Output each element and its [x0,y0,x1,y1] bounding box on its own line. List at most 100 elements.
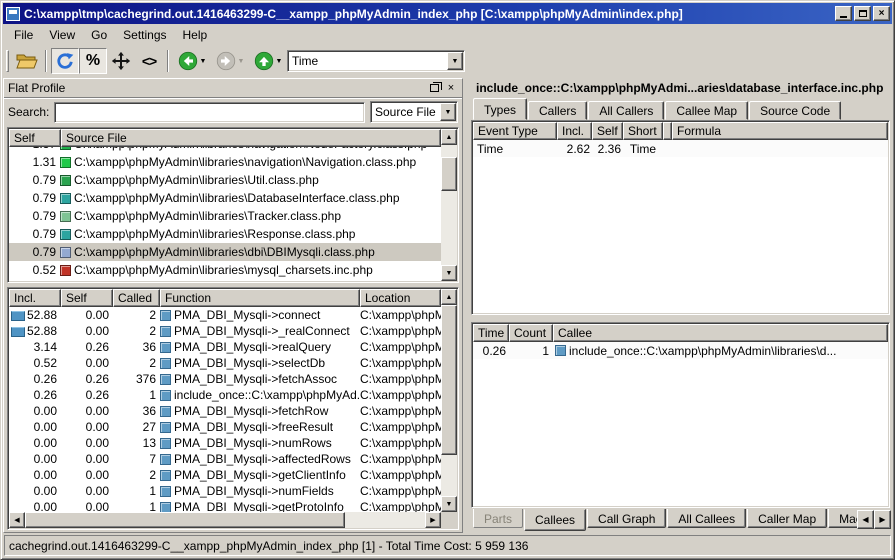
function-row[interactable]: 0.00 0.00 1 PMA_DBI_Mysqli->numFields C:… [9,483,441,499]
function-icon [160,406,171,417]
column-header-function[interactable]: Function [160,289,360,307]
open-file-button[interactable] [13,48,41,74]
tab-all-callers[interactable]: All Callers [588,101,664,120]
column-header-self[interactable]: Self [9,129,61,147]
dock-close-button[interactable]: × [444,81,458,95]
combo-dropdown-icon[interactable]: ▼ [440,103,456,121]
tab-scroll-right-icon[interactable]: ▶ [874,510,891,529]
column-header-time[interactable]: Time [473,324,509,342]
up-dropdown-caret[interactable]: ▼ [276,58,283,65]
source-file-row[interactable]: 1.31 C:\xampp\phpMyAdmin\libraries\navig… [9,153,441,171]
tab-scroll-left-icon[interactable]: ◀ [857,510,874,529]
menu-view[interactable]: View [42,26,82,44]
function-row[interactable]: 0.00 0.00 2 PMA_DBI_Mysqli->getClientInf… [9,467,441,483]
column-header-called[interactable]: Called [113,289,160,307]
column-header-self[interactable]: Self [61,289,113,307]
tab-source-code[interactable]: Source Code [749,101,841,120]
file-cost-icon [60,157,71,168]
horizontal-splitter[interactable] [470,315,891,322]
vertical-splitter[interactable] [463,78,470,533]
column-header-incl[interactable]: Incl. [557,122,592,140]
source-file-row[interactable]: 0.52 C:\xampp\phpMyAdmin\libraries\user_… [9,279,441,281]
column-header-self[interactable]: Self [592,122,623,140]
event-type-row[interactable]: Time 2.62 2.36 Time [473,140,888,157]
menu-go[interactable]: Go [84,26,114,44]
column-header-incl[interactable]: Incl. [9,289,61,307]
search-input[interactable] [54,102,365,123]
toolbar-handle[interactable] [6,50,9,72]
shorten-templates-button[interactable]: <> [135,48,163,74]
menu-help[interactable]: Help [176,26,215,44]
callees-header: Time Count Callee [473,324,888,342]
function-row[interactable]: 52.88 0.00 2 PMA_DBI_Mysqli->_realConnec… [9,323,441,339]
group-by-combobox[interactable]: Source File ▼ [370,101,458,123]
scroll-down-icon[interactable]: ▼ [441,496,457,512]
function-row[interactable]: 0.26 0.26 1 include_once::C:\xampp\phpMy… [9,387,441,403]
source-file-row[interactable]: 0.52 C:\xampp\phpMyAdmin\libraries\mysql… [9,261,441,279]
scrollbar-thumb[interactable] [441,157,457,191]
function-row[interactable]: 0.00 0.00 1 PMA_DBI_Mysqli->getProtoInfo… [9,499,441,512]
function-row[interactable]: 0.00 0.00 13 PMA_DBI_Mysqli->numRows C:\… [9,435,441,451]
function-icon [160,454,171,465]
tab-all-callees[interactable]: All Callees [667,509,746,528]
percent-icon: % [86,52,100,70]
tab-callee-map[interactable]: Callee Map [665,101,748,120]
source-file-row[interactable]: 0.79 C:\xampp\phpMyAdmin\libraries\Track… [9,207,441,225]
column-header-spacer[interactable] [663,122,672,140]
scroll-right-icon[interactable]: ▶ [425,512,441,528]
function-table-hscrollbar[interactable]: ◀ ▶ [9,512,441,528]
source-file-row-selected[interactable]: 0.79 C:\xampp\phpMyAdmin\libraries\dbi\D… [9,243,441,261]
maximize-button[interactable] [854,6,871,21]
menu-file[interactable]: File [7,26,40,44]
back-dropdown-caret[interactable]: ▼ [200,58,207,65]
scrollbar-thumb[interactable] [441,305,457,455]
source-file-row[interactable]: 0.79 C:\xampp\phpMyAdmin\libraries\Util.… [9,171,441,189]
callee-row[interactable]: 0.26 1 include_once::C:\xampp\phpMyAdmin… [473,342,888,359]
open-folder-icon [16,52,38,70]
tab-callers[interactable]: Callers [528,101,587,120]
forward-dropdown-caret: ▼ [238,58,245,65]
scroll-down-icon[interactable]: ▼ [441,265,457,281]
cycle-detection-button[interactable] [51,48,79,74]
minimize-button[interactable] [835,6,852,21]
function-icon [160,486,171,497]
column-header-formula[interactable]: Formula [672,122,888,140]
event-type-combobox[interactable]: Time ▼ [287,50,465,72]
function-row[interactable]: 3.14 0.26 36 PMA_DBI_Mysqli->realQuery C… [9,339,441,355]
titlebar[interactable]: C:\xampp\tmp\cachegrind.out.1416463299-C… [3,3,892,24]
column-header-event-type[interactable]: Event Type [473,122,557,140]
column-header-count[interactable]: Count [509,324,553,342]
menu-settings[interactable]: Settings [116,26,173,44]
scroll-up-icon[interactable]: ▲ [441,129,457,145]
dock-float-button[interactable] [427,81,441,95]
relative-percent-button[interactable]: % [79,48,107,74]
combo-dropdown-icon[interactable]: ▼ [447,52,463,70]
up-button[interactable]: ▼ [249,48,287,74]
tab-call-graph[interactable]: Call Graph [587,509,666,528]
tab-callees[interactable]: Callees [524,509,586,531]
back-button[interactable]: ▼ [173,48,211,74]
close-button[interactable]: × [873,6,890,21]
function-row[interactable]: 0.00 0.00 27 PMA_DBI_Mysqli->freeResult … [9,419,441,435]
source-list-vscrollbar[interactable]: ▲ ▼ [441,129,457,281]
function-row[interactable]: 0.00 0.00 36 PMA_DBI_Mysqli->fetchRow C:… [9,403,441,419]
column-header-callee[interactable]: Callee [553,324,888,342]
function-table-vscrollbar[interactable]: ▲ ▼ [441,289,457,512]
column-header-source-file[interactable]: Source File [61,129,441,147]
tab-types[interactable]: Types [473,98,527,120]
relative-to-parent-button[interactable] [107,48,135,74]
scroll-left-icon[interactable]: ◀ [9,512,25,528]
source-file-row[interactable]: 0.79 C:\xampp\phpMyAdmin\libraries\Respo… [9,225,441,243]
scroll-up-icon[interactable]: ▲ [441,289,457,305]
flat-profile-titlebar[interactable]: Flat Profile × [4,79,462,98]
function-row[interactable]: 0.52 0.00 2 PMA_DBI_Mysqli->selectDb C:\… [9,355,441,371]
column-header-location[interactable]: Location [360,289,441,307]
scrollbar-thumb[interactable] [25,512,345,528]
function-row[interactable]: 52.88 0.00 2 PMA_DBI_Mysqli->connect C:\… [9,307,441,323]
function-row[interactable]: 0.26 0.26 376 PMA_DBI_Mysqli->fetchAssoc… [9,371,441,387]
source-file-row[interactable]: 0.79 C:\xampp\phpMyAdmin\libraries\Datab… [9,189,441,207]
function-row[interactable]: 0.00 0.00 7 PMA_DBI_Mysqli->affectedRows… [9,451,441,467]
tab-caller-map[interactable]: Caller Map [747,509,827,528]
forward-button[interactable]: ▼ [211,48,249,74]
column-header-short[interactable]: Short [623,122,663,140]
